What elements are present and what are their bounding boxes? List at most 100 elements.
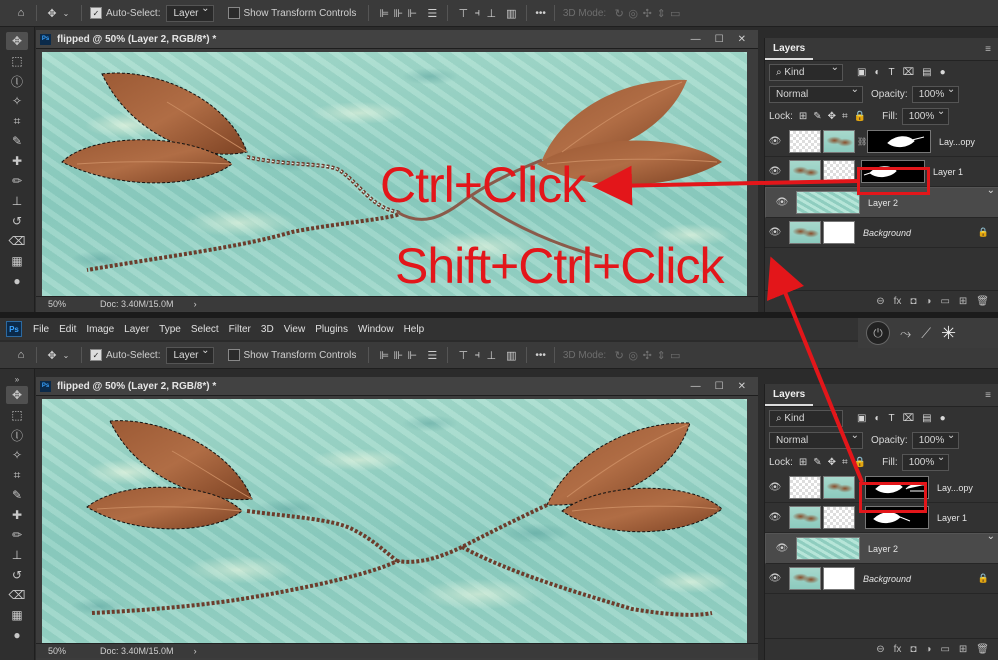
eye-icon[interactable]: 👁 — [765, 512, 785, 523]
menu-filter[interactable]: Filter — [224, 324, 256, 335]
distribute-icon[interactable]: ☰ — [425, 348, 439, 362]
eraser-icon[interactable]: ⌫ — [6, 586, 28, 604]
add-mask-icon[interactable]: ◘ — [910, 296, 916, 307]
menu-edit[interactable]: Edit — [54, 324, 81, 335]
opacity-field[interactable]: 100% — [911, 430, 960, 449]
home-icon[interactable]: ⌂ — [14, 6, 28, 20]
zoom-level[interactable]: 50% — [48, 646, 66, 656]
distribute-icon[interactable]: ☰ — [425, 6, 439, 20]
stamp-tool-icon[interactable]: ⊥ — [6, 546, 28, 564]
distribute-vertical-icon[interactable]: ▥ — [504, 348, 518, 362]
brush-tool-icon[interactable]: ✏ — [6, 526, 28, 544]
menu-image[interactable]: Image — [81, 324, 119, 335]
eyedropper-icon[interactable]: ✎ — [6, 132, 28, 150]
link-layers-icon[interactable]: ⊖ — [876, 644, 884, 655]
blend-mode-dropdown[interactable]: Normal — [769, 430, 863, 449]
layer-row-copy[interactable]: 👁 ⛓ Lay...opy — [765, 127, 998, 157]
minimize-icon[interactable]: — — [691, 34, 701, 45]
sparkle-icon[interactable]: ✳ — [941, 323, 956, 344]
show-transform-checkbox[interactable]: Show Transform Controls — [227, 7, 356, 19]
more-options[interactable]: ••• — [535, 8, 546, 19]
chevron-down-icon[interactable]: ⌄ — [59, 348, 73, 362]
marquee-tool-icon[interactable]: ⬚ — [6, 52, 28, 70]
maximize-icon[interactable]: ☐ — [715, 381, 724, 392]
add-mask-icon[interactable]: ◘ — [910, 644, 916, 655]
trash-icon[interactable]: 🗑 — [976, 644, 989, 655]
home-icon[interactable]: ⌂ — [14, 348, 28, 362]
distribute-vertical-icon[interactable]: ▥ — [504, 6, 518, 20]
menu-help[interactable]: Help — [399, 324, 430, 335]
tab-layers[interactable]: Layers — [765, 38, 814, 60]
crop-tool-icon[interactable]: ⌗ — [6, 466, 28, 484]
crop-tool-icon[interactable]: ⌗ — [6, 112, 28, 130]
group-icon[interactable]: ▭ — [940, 296, 949, 307]
opacity-field[interactable]: 100% — [911, 84, 960, 103]
healing-brush-icon[interactable]: ✚ — [6, 506, 28, 524]
show-transform-checkbox[interactable]: Show Transform Controls — [227, 349, 356, 361]
layer-row-background[interactable]: 👁 Background 🔒 — [765, 218, 998, 248]
menu-view[interactable]: View — [279, 324, 311, 335]
group-icon[interactable]: ▭ — [940, 644, 949, 655]
chevron-down-icon[interactable]: ⌄ — [59, 6, 73, 20]
new-layer-icon[interactable]: ⊞ — [959, 644, 967, 655]
move-tool-icon[interactable]: ✥ — [45, 6, 59, 20]
align-bottom-icon[interactable]: ⊥ — [484, 6, 498, 20]
align-center-icon[interactable]: ⊪ — [391, 6, 405, 20]
fx-icon[interactable]: fx — [894, 296, 902, 307]
menu-file[interactable]: File — [28, 324, 54, 335]
new-layer-icon[interactable]: ⊞ — [959, 296, 967, 307]
align-middle-icon[interactable]: ⫞ — [470, 6, 484, 20]
stamp-tool-icon[interactable]: ⊥ — [6, 192, 28, 210]
fill-field[interactable]: 100% — [901, 106, 950, 125]
align-top-icon[interactable]: ⊤ — [456, 348, 470, 362]
eraser-icon[interactable]: ⌫ — [6, 232, 28, 250]
chain-link-icon[interactable]: ⛓ — [857, 137, 867, 146]
lasso-tool-icon[interactable]: ⓛ — [6, 426, 28, 444]
align-bottom-icon[interactable]: ⊥ — [484, 348, 498, 362]
history-brush-icon[interactable]: ↺ — [6, 566, 28, 584]
align-right-icon[interactable]: ⊩ — [405, 348, 419, 362]
menu-3d[interactable]: 3D — [256, 324, 279, 335]
path-tool-icon[interactable]: ⤳ — [900, 325, 911, 342]
close-icon[interactable]: ✕ — [738, 34, 746, 45]
menu-plugins[interactable]: Plugins — [310, 324, 353, 335]
trash-icon[interactable]: 🗑 — [976, 296, 989, 307]
filter-icons[interactable]: ▣◐T⌧▤● — [857, 67, 954, 78]
eye-icon[interactable]: 👁 — [765, 136, 785, 147]
tab-layers[interactable]: Layers — [765, 384, 814, 406]
history-brush-icon[interactable]: ↺ — [6, 212, 28, 230]
menu-type[interactable]: Type — [154, 324, 186, 335]
blend-mode-dropdown[interactable]: Normal — [769, 84, 863, 103]
align-left-icon[interactable]: ⊫ — [377, 348, 391, 362]
status-arrow-icon[interactable]: › — [194, 646, 197, 656]
pen-path-icon[interactable]: ⟋ — [921, 325, 931, 342]
document-tab[interactable]: Ps flipped @ 50% (Layer 2, RGB/8*) * — ☐ ✕ — [36, 30, 758, 49]
filter-kind-dropdown[interactable]: ⌕ Kind — [769, 408, 843, 427]
move-tool-icon[interactable]: ✥ — [6, 386, 28, 404]
dodge-tool-icon[interactable]: ● — [6, 272, 28, 290]
minimize-icon[interactable]: — — [691, 381, 701, 392]
filter-kind-dropdown[interactable]: ⌕ Kind — [769, 62, 843, 81]
move-tool-icon[interactable]: ✥ — [45, 348, 59, 362]
magic-wand-icon[interactable]: ✧ — [6, 92, 28, 110]
align-top-icon[interactable]: ⊤ — [456, 6, 470, 20]
align-left-icon[interactable]: ⊫ — [377, 6, 391, 20]
status-arrow-icon[interactable]: › — [194, 299, 197, 309]
panel-menu-icon[interactable]: ≡ — [985, 44, 991, 55]
link-layers-icon[interactable]: ⊖ — [876, 296, 884, 307]
fill-field[interactable]: 100% — [901, 452, 950, 471]
close-icon[interactable]: ✕ — [738, 381, 746, 392]
eye-icon[interactable]: 👁 — [772, 543, 792, 554]
maximize-icon[interactable]: ☐ — [715, 34, 724, 45]
gradient-icon[interactable]: ▦ — [6, 252, 28, 270]
eyedropper-icon[interactable]: ✎ — [6, 486, 28, 504]
align-center-icon[interactable]: ⊪ — [391, 348, 405, 362]
lock-icons[interactable]: ⊞✎✥⌗🔒 — [799, 457, 872, 468]
lock-icons[interactable]: ⊞✎✥⌗🔒 — [799, 111, 872, 122]
eye-icon[interactable]: 👁 — [765, 227, 785, 238]
healing-brush-icon[interactable]: ✚ — [6, 152, 28, 170]
image-canvas[interactable] — [42, 399, 747, 643]
adjustment-icon[interactable]: ◑ — [925, 644, 931, 655]
menu-layer[interactable]: Layer — [119, 324, 154, 335]
move-tool-icon[interactable]: ✥ — [6, 32, 28, 50]
